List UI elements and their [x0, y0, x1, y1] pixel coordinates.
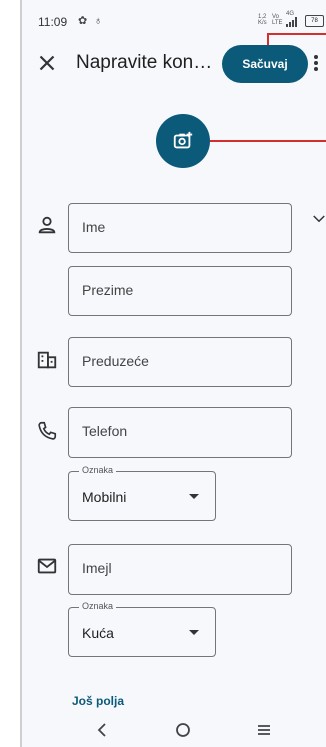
business-icon: [37, 351, 57, 369]
last-name-placeholder: Prezime: [82, 282, 134, 298]
first-name-placeholder: Ime: [82, 219, 106, 235]
dropdown-arrow-icon: [189, 494, 199, 499]
phone-icon: [38, 421, 57, 440]
signal-icon: [286, 17, 297, 27]
person-icon: [38, 216, 56, 234]
company-placeholder: Preduzeće: [82, 353, 149, 369]
chevron-down-icon[interactable]: [310, 210, 326, 228]
lte-label: LTE: [272, 20, 283, 26]
phone-placeholder: Telefon: [82, 423, 128, 439]
system-nav-bar: [22, 712, 326, 747]
more-fields-link[interactable]: Još polja: [72, 694, 124, 708]
back-icon[interactable]: [92, 720, 112, 740]
email-icon: [37, 558, 57, 574]
annotation-line: [210, 140, 326, 142]
speed-unit: K/s: [258, 20, 267, 26]
home-icon[interactable]: [173, 720, 193, 740]
save-button[interactable]: Sačuvaj: [222, 45, 308, 83]
email-label-caption: Oznaka: [79, 601, 117, 611]
last-name-field[interactable]: Prezime: [68, 266, 292, 316]
battery-indicator: 78: [305, 15, 324, 27]
page-title: Napravite kontakt: [76, 52, 216, 73]
recents-icon[interactable]: [254, 720, 274, 740]
email-label-dropdown[interactable]: Oznaka Kuća: [68, 601, 216, 657]
email-label-value: Kuća: [82, 625, 114, 641]
add-photo-button[interactable]: [156, 114, 210, 168]
phone-label-value: Mobilni: [82, 489, 127, 505]
phone-screen: 11:09 ✿ ♁ 1,2 K/s Vo LTE 4G 78 Napravite…: [22, 0, 326, 747]
company-field[interactable]: Preduzeće: [68, 337, 292, 387]
dropdown-arrow-icon: [189, 630, 199, 635]
status-time: 11:09: [38, 15, 68, 29]
status-bar: 11:09 ✿ ♁ 1,2 K/s Vo LTE 4G 78: [22, 0, 326, 36]
more-vert-icon[interactable]: [312, 50, 326, 76]
email-field[interactable]: Imejl: [68, 544, 292, 595]
annotation-line: [267, 33, 326, 35]
add-photo-icon: [173, 131, 193, 149]
email-placeholder: Imejl: [82, 560, 112, 576]
phone-field[interactable]: Telefon: [68, 407, 292, 458]
usb-status-icon: ♁: [94, 15, 103, 27]
settings-status-icon: ✿: [78, 15, 88, 27]
close-icon[interactable]: [34, 50, 60, 76]
phone-label-caption: Oznaka: [79, 465, 117, 475]
first-name-field[interactable]: Ime: [68, 203, 292, 253]
phone-label-dropdown[interactable]: Oznaka Mobilni: [68, 465, 216, 521]
